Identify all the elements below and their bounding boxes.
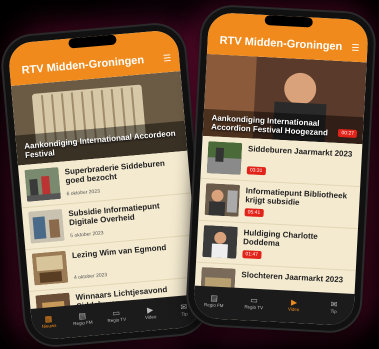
article-thumbnail: [28, 208, 65, 244]
left-phone: RTV Midden-Groningen ☰ Aankondiging Inte…: [0, 22, 210, 348]
duration-badge: 00:27: [338, 128, 358, 138]
hamburger-icon[interactable]: ☰: [163, 53, 172, 65]
tab-regio-tv[interactable]: ▭ Regio TV: [101, 307, 132, 324]
app-title: RTV Midden-Groningen: [219, 34, 343, 54]
article-date: 4 oktober 2023: [73, 272, 108, 282]
duration-badge: 05:41: [244, 208, 264, 218]
tab-regio-tv[interactable]: ▭ Regio TV: [239, 295, 270, 311]
article-title: Lezing Wim van Egmond: [71, 242, 167, 261]
video-title: Informatiepunt Bibliotheek krijgt subsid…: [245, 186, 348, 208]
left-screen: RTV Midden-Groningen ☰ Aankondiging Inte…: [7, 29, 203, 341]
article-thumbnail: [24, 167, 62, 202]
article-title: Subsidie Informatiepunt Digitale Overhei…: [67, 201, 160, 228]
right-screen: RTV Midden-Groningen ☰ Aankondiging Inte…: [193, 12, 369, 326]
hamburger-icon[interactable]: ☰: [351, 43, 360, 54]
video-icon: ▶: [290, 297, 298, 308]
video-title: Huldiging Charlotte Doddema: [242, 228, 318, 249]
duration-badge: 03:31: [246, 166, 266, 176]
hero-article[interactable]: Aankondiging Internationaal Accordeon Fe…: [10, 70, 188, 166]
tab-video[interactable]: ▶ Video: [135, 304, 166, 321]
radio-icon: ▤: [210, 293, 219, 303]
app-title: RTV Midden-Groningen: [21, 54, 145, 77]
article-date: 5 oktober 2023: [70, 230, 104, 240]
video-thumbnail: [206, 141, 243, 175]
duration-badge: 01:47: [242, 250, 262, 260]
chat-icon: ✉: [330, 299, 338, 310]
tab-video[interactable]: ▶ Video: [279, 297, 310, 313]
tab-tip[interactable]: ✉ Tip: [319, 299, 350, 315]
hero-video[interactable]: Aankondiging Internationaal Accordion Fe…: [202, 53, 367, 145]
video-title: Siddeburen Jaarmarkt 2023: [247, 144, 353, 159]
tab-nieuws[interactable]: ▦ Nieuws: [33, 313, 64, 330]
tv-icon: ▭: [250, 295, 259, 305]
video-thumbnail: [204, 183, 241, 217]
video-title: Slochteren Jaarmarkt 2023: [241, 270, 344, 285]
tab-regio-fm[interactable]: ▤ Regio FM: [67, 310, 98, 327]
article-title: Superbraderie Siddeburen goed bezocht: [64, 158, 166, 186]
right-phone: RTV Midden-Groningen ☰ Aankondiging Inte…: [186, 5, 376, 333]
tab-regio-fm[interactable]: ▤ Regio FM: [199, 293, 230, 309]
article-thumbnail: [31, 250, 69, 286]
video-thumbnail: [202, 225, 238, 259]
article-date: 6 oktober 2023: [66, 188, 101, 198]
